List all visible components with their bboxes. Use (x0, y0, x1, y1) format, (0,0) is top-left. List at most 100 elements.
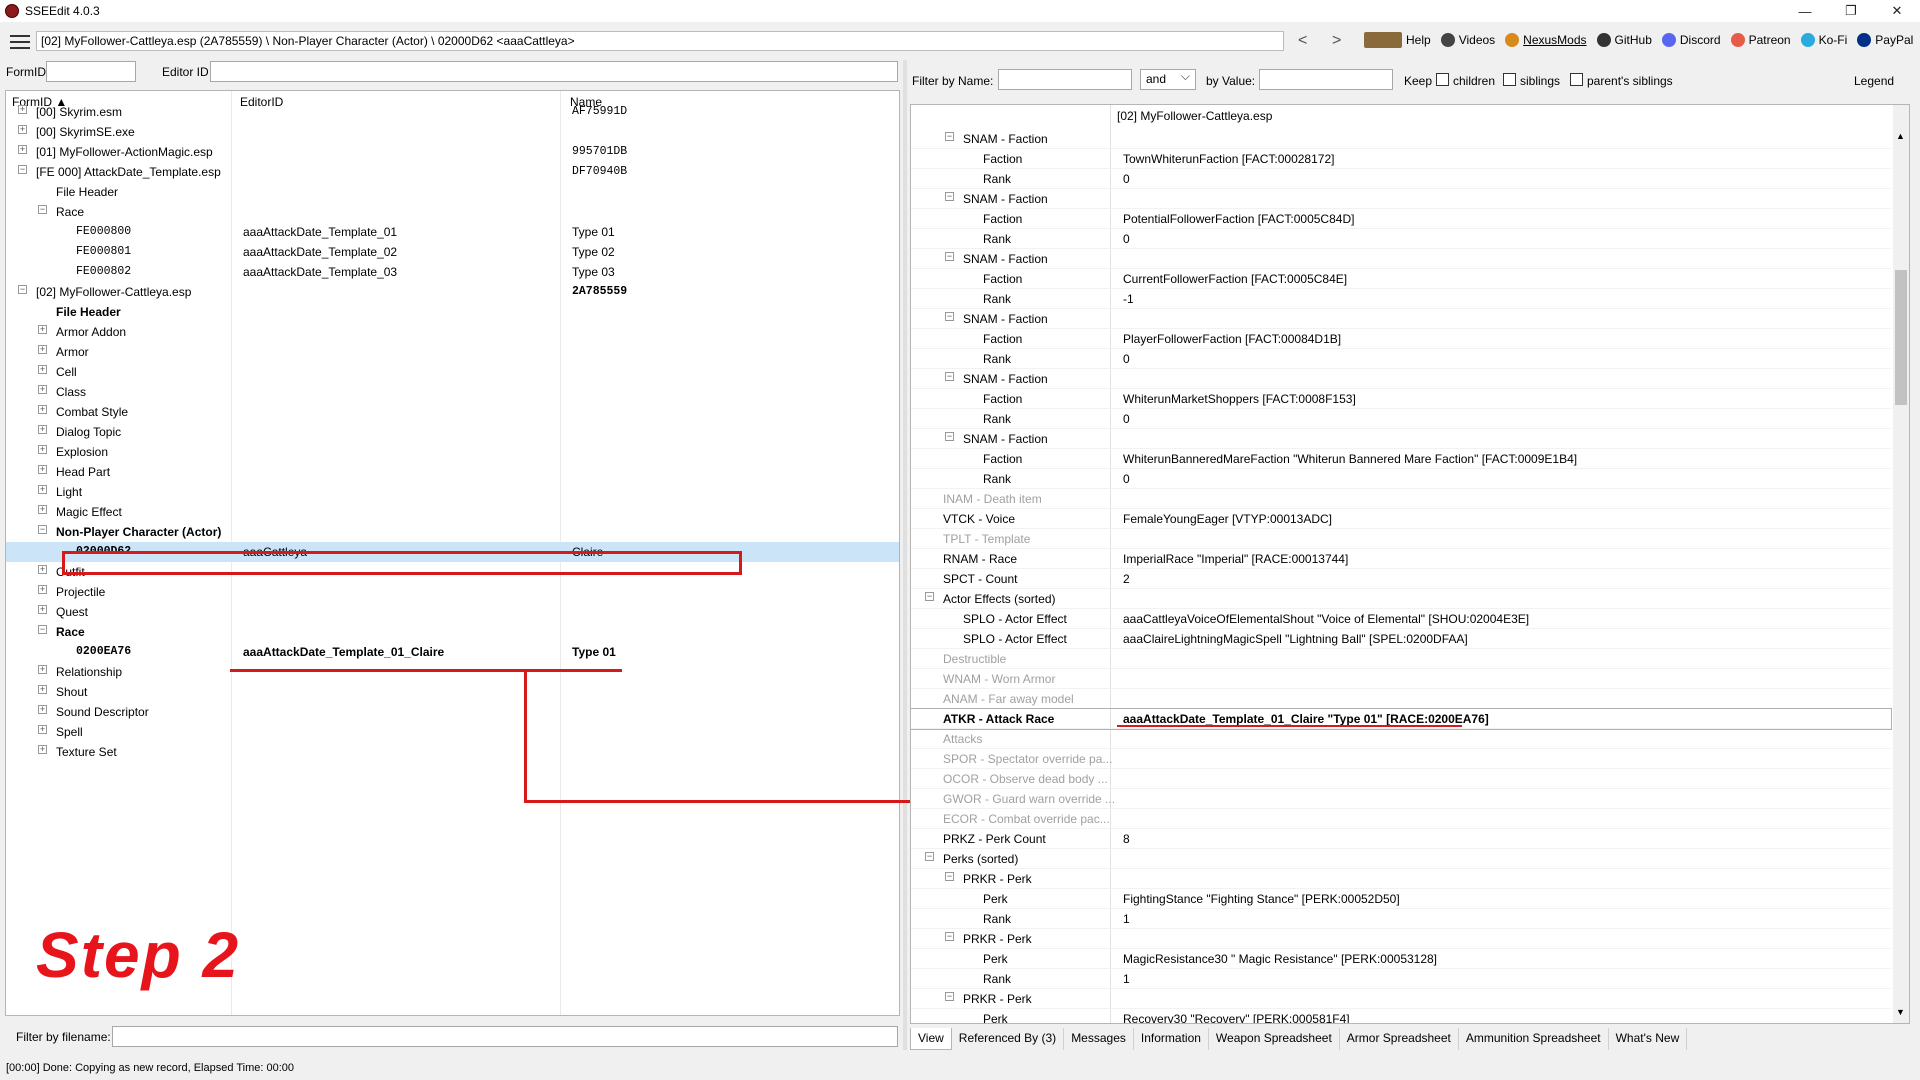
tab-referenced-by-3[interactable]: Referenced By (3) (952, 1028, 1065, 1050)
scrollbar-thumb[interactable] (1895, 270, 1907, 405)
record-field-row[interactable]: Rank 0 (911, 169, 1891, 189)
maximize-button[interactable]: ❐ (1828, 0, 1874, 22)
tree-group-row[interactable]: + Projectile (6, 582, 899, 602)
collapse-icon[interactable]: − (945, 932, 954, 941)
record-field-row[interactable]: ATKR - Attack Race aaaAttackDate_Template… (911, 708, 1892, 730)
record-field-row[interactable]: SPLO - Actor Effect aaaClaireLightningMag… (911, 629, 1891, 649)
filename-filter-input[interactable] (112, 1026, 898, 1047)
record-field-row[interactable]: Faction PlayerFollowerFaction [FACT:00084… (911, 329, 1891, 349)
link-github[interactable]: GitHub (1596, 33, 1652, 47)
record-field-row[interactable]: − SNAM - Faction (911, 369, 1891, 389)
record-field-row[interactable]: Faction PotentialFollowerFaction [FACT:00… (911, 209, 1891, 229)
record-field-row[interactable]: OCOR - Observe dead body ... (911, 769, 1891, 789)
record-field-row[interactable]: − Perks (sorted) (911, 849, 1891, 869)
record-field-row[interactable]: INAM - Death item (911, 489, 1891, 509)
record-field-row[interactable]: WNAM - Worn Armor (911, 669, 1891, 689)
record-field-row[interactable]: Destructible (911, 649, 1891, 669)
menu-icon[interactable] (10, 35, 30, 49)
value-filter-input[interactable] (1259, 69, 1393, 90)
record-field-row[interactable]: Rank 1 (911, 909, 1891, 929)
tree-group-row[interactable]: + [01] MyFollower-ActionMagic.esp 995701DB (6, 142, 899, 162)
expand-icon[interactable]: + (38, 605, 47, 614)
record-field-row[interactable]: Rank 0 (911, 349, 1891, 369)
tree-group-row[interactable]: File Header (6, 182, 899, 202)
editorid-filter-input[interactable] (210, 61, 898, 82)
tab-armor-spreadsheet[interactable]: Armor Spreadsheet (1340, 1028, 1459, 1050)
record-field-row[interactable]: PRKZ - Perk Count 8 (911, 829, 1891, 849)
parents-siblings-checkbox[interactable] (1570, 73, 1583, 86)
expand-icon[interactable]: + (38, 705, 47, 714)
record-field-row[interactable]: Faction TownWhiterunFaction [FACT:0002817… (911, 149, 1891, 169)
record-field-row[interactable]: Perk Recovery30 "Recovery" [PERK:000581F4… (911, 1009, 1891, 1023)
tree-group-row[interactable]: − [FE 000] AttackDate_Template.esp DF70940… (6, 162, 899, 182)
collapse-icon[interactable]: − (945, 312, 954, 321)
record-field-row[interactable]: Faction WhiterunBanneredMareFaction "Whit… (911, 449, 1891, 469)
record-field-row[interactable]: − SNAM - Faction (911, 249, 1891, 269)
expand-icon[interactable]: + (38, 585, 47, 594)
record-field-row[interactable]: RNAM - Race ImperialRace "Imperial" [RACE… (911, 549, 1891, 569)
scroll-up-icon[interactable]: ▲ (1896, 131, 1905, 141)
record-field-row[interactable]: − SNAM - Faction (911, 129, 1891, 149)
collapse-icon[interactable]: − (945, 372, 954, 381)
expand-icon[interactable]: + (18, 125, 27, 134)
record-field-row[interactable]: Perk FightingStance "Fighting Stance" [PE… (911, 889, 1891, 909)
tree-group-row[interactable]: + Armor Addon (6, 322, 899, 342)
expand-icon[interactable]: + (38, 685, 47, 694)
name-filter-input[interactable] (998, 69, 1132, 90)
record-field-row[interactable]: SPLO - Actor Effect aaaCattleyaVoiceOfEle… (911, 609, 1891, 629)
record-field-row[interactable]: − Actor Effects (sorted) (911, 589, 1891, 609)
tree-group-row[interactable]: + Armor (6, 342, 899, 362)
forward-button[interactable]: > (1332, 32, 1341, 50)
minimize-button[interactable]: — (1782, 0, 1828, 22)
collapse-icon[interactable]: − (38, 525, 47, 534)
collapse-icon[interactable]: − (38, 205, 47, 214)
tree-group-row[interactable]: + Head Part (6, 462, 899, 482)
tree-group-row[interactable]: + Quest (6, 602, 899, 622)
collapse-icon[interactable]: − (945, 432, 954, 441)
panel-splitter[interactable] (903, 60, 907, 1050)
expand-icon[interactable]: + (38, 325, 47, 334)
tree-record-row[interactable]: FE000800 aaaAttackDate_Template_01 Type 01 (6, 222, 899, 242)
expand-icon[interactable]: + (38, 365, 47, 374)
collapse-icon[interactable]: − (945, 252, 954, 261)
tree-group-row[interactable]: File Header (6, 302, 899, 322)
expand-icon[interactable]: + (38, 505, 47, 514)
tree-group-row[interactable]: + Cell (6, 362, 899, 382)
close-button[interactable]: ✕ (1874, 0, 1920, 22)
expand-icon[interactable]: + (38, 565, 47, 574)
link-videos[interactable]: Videos (1440, 33, 1495, 47)
collapse-icon[interactable]: − (925, 852, 934, 861)
expand-icon[interactable]: + (18, 105, 27, 114)
collapse-icon[interactable]: − (945, 192, 954, 201)
tree-record-row[interactable]: FE000801 aaaAttackDate_Template_02 Type 02 (6, 242, 899, 262)
siblings-checkbox[interactable] (1503, 73, 1516, 86)
tab-ammunition-spreadsheet[interactable]: Ammunition Spreadsheet (1459, 1028, 1609, 1050)
collapse-icon[interactable]: − (18, 165, 27, 174)
expand-icon[interactable]: + (38, 665, 47, 674)
tree-record-row[interactable]: 0200EA76 aaaAttackDate_Template_01_Claire… (6, 642, 899, 662)
back-button[interactable]: < (1298, 32, 1307, 50)
record-path-field[interactable]: [02] MyFollower-Cattleya.esp (2A785559) … (36, 31, 1284, 51)
record-field-row[interactable]: Attacks (911, 729, 1891, 749)
expand-icon[interactable]: + (38, 445, 47, 454)
record-field-row[interactable]: ANAM - Far away model (911, 689, 1891, 709)
tree-group-row[interactable]: + Magic Effect (6, 502, 899, 522)
tree-group-row[interactable]: + Dialog Topic (6, 422, 899, 442)
tree-group-row[interactable]: + Class (6, 382, 899, 402)
expand-icon[interactable]: + (38, 405, 47, 414)
tree-group-row[interactable]: − Race (6, 622, 899, 642)
link-discord[interactable]: Discord (1661, 33, 1721, 47)
record-field-row[interactable]: Rank 0 (911, 409, 1891, 429)
record-field-row[interactable]: Rank 0 (911, 229, 1891, 249)
record-scrollbar[interactable]: ▲ ▼ (1893, 105, 1909, 1023)
record-field-row[interactable]: − PRKR - Perk (911, 989, 1891, 1009)
scroll-down-icon[interactable]: ▼ (1896, 1007, 1905, 1017)
record-field-row[interactable]: − SNAM - Faction (911, 309, 1891, 329)
tree-group-row[interactable]: + Combat Style (6, 402, 899, 422)
record-field-row[interactable]: Rank 0 (911, 469, 1891, 489)
expand-icon[interactable]: + (38, 385, 47, 394)
collapse-icon[interactable]: − (945, 872, 954, 881)
record-field-row[interactable]: SPOR - Spectator override pa... (911, 749, 1891, 769)
tab-messages[interactable]: Messages (1064, 1028, 1134, 1050)
expand-icon[interactable]: + (38, 425, 47, 434)
